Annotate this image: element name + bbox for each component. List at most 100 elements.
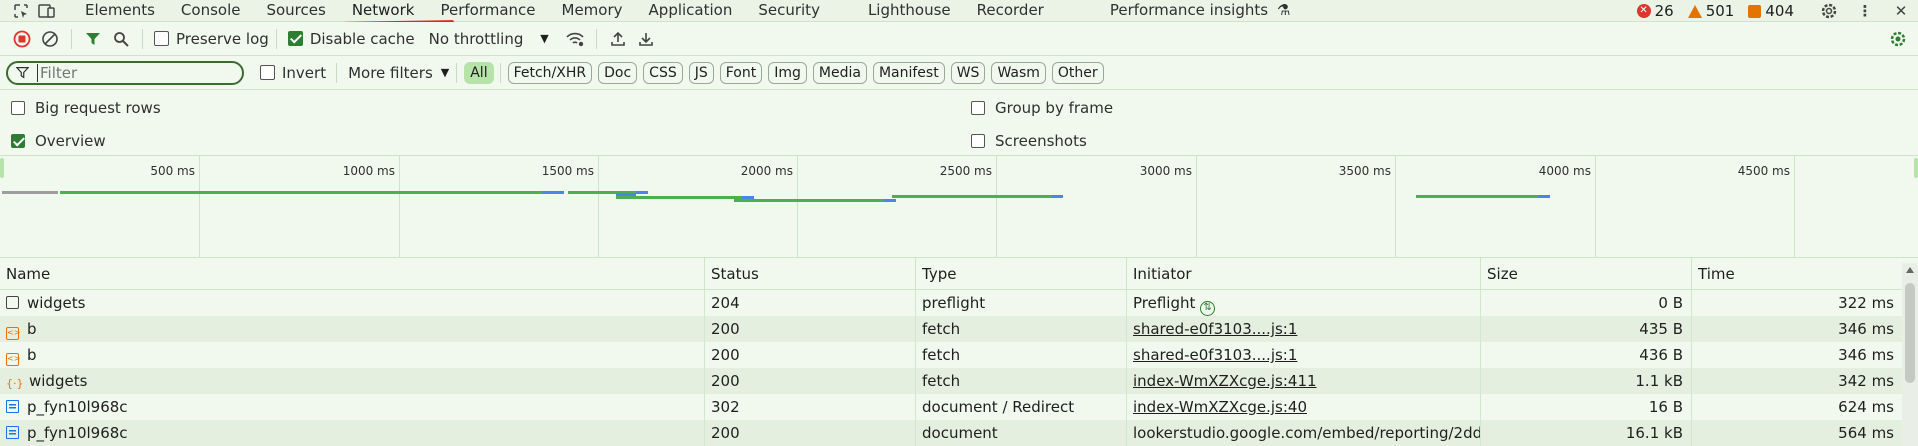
initiator-link[interactable]: shared-e0f3103....js:1 — [1133, 320, 1297, 338]
issue-count[interactable]: 404 — [1748, 2, 1794, 20]
tab-performance-insights[interactable]: Performance insights ⚗ — [1097, 0, 1303, 22]
overview-handle-right[interactable] — [1914, 158, 1918, 178]
request-name-cell: p_fyn10l968c — [0, 394, 705, 420]
invert-check[interactable] — [260, 65, 275, 80]
scrollbar-thumb[interactable] — [1905, 283, 1915, 383]
column-header-type[interactable]: Type — [916, 258, 1127, 289]
preflight-link-icon[interactable]: ⇅ — [1200, 301, 1216, 316]
table-row[interactable]: <> b 200 fetch shared-e0f3103....js:1 436… — [0, 342, 1918, 368]
tab-lighthouse[interactable]: Lighthouse — [855, 0, 964, 22]
export-har-icon[interactable] — [632, 25, 660, 53]
overview-bar — [892, 195, 1052, 198]
filter-chip-css[interactable]: CSS — [643, 61, 683, 84]
screenshots-check[interactable] — [971, 134, 985, 148]
tab-sources[interactable]: Sources — [253, 0, 338, 22]
table-scrollbar[interactable] — [1902, 263, 1918, 446]
big-request-rows-checkbox[interactable]: Big request rows — [11, 99, 161, 117]
warning-count[interactable]: 501 — [1687, 2, 1734, 20]
more-vertical-icon[interactable]: ⋮ — [1854, 0, 1876, 22]
filter-chip-doc[interactable]: Doc — [598, 61, 638, 84]
tab-application[interactable]: Application — [636, 0, 746, 22]
table-row[interactable]: <> b 200 fetch shared-e0f3103....js:1 435… — [0, 316, 1918, 342]
device-toolbar-icon[interactable] — [36, 0, 58, 22]
filter-input[interactable] — [37, 63, 227, 82]
close-icon[interactable]: ✕ — [1890, 0, 1912, 22]
request-time: 322 ms — [1838, 294, 1894, 312]
invert-checkbox[interactable]: Invert — [260, 64, 326, 82]
table-row[interactable]: p_fyn10l968c 302 document / Redirect ind… — [0, 394, 1918, 420]
throttling-value: No throttling — [428, 29, 524, 48]
tab-recorder[interactable]: Recorder — [964, 0, 1057, 22]
filter-chip-all[interactable]: All — [464, 61, 494, 84]
filter-chip-other[interactable]: Other — [1051, 61, 1104, 84]
preserve-log-check[interactable] — [154, 31, 169, 46]
tab-security[interactable]: Security — [745, 0, 833, 22]
screenshots-checkbox[interactable]: Screenshots — [971, 132, 1087, 150]
network-overview-timeline[interactable]: 500 ms 1000 ms 1500 ms 2000 ms 2500 ms 3… — [0, 156, 1918, 258]
scroll-up-arrow-icon[interactable] — [1906, 267, 1914, 273]
filter-chip-fetch-xhr[interactable]: Fetch/XHR — [507, 61, 593, 84]
filter-chip-manifest[interactable]: Manifest — [872, 61, 945, 84]
error-count-value: 26 — [1654, 2, 1674, 20]
overview-bar — [542, 191, 564, 194]
big-request-rows-check[interactable] — [11, 101, 25, 115]
error-count[interactable]: ✕ 26 — [1636, 2, 1674, 20]
disable-cache-check[interactable] — [287, 31, 303, 46]
request-status: 302 — [705, 394, 916, 420]
column-header-size[interactable]: Size — [1481, 258, 1692, 289]
filter-chip-ws[interactable]: WS — [950, 61, 986, 84]
request-type: fetch — [916, 368, 1127, 394]
tab-console[interactable]: Console — [168, 0, 254, 22]
tab-performance[interactable]: Performance — [427, 0, 548, 22]
overview-tick-1000: 1000 ms — [342, 164, 395, 178]
disable-cache-checkbox[interactable]: Disable cache — [287, 30, 415, 48]
request-name: widgets — [27, 294, 86, 312]
overview-check[interactable] — [11, 134, 25, 148]
table-row[interactable]: p_fyn10l968c 200 document lookerstudio.g… — [0, 420, 1918, 446]
initiator-link[interactable]: index-WmXZXcge.js:40 — [1133, 398, 1307, 416]
filter-chip-media[interactable]: Media — [812, 61, 867, 84]
request-time: 346 ms — [1838, 346, 1894, 364]
request-size: 436 B — [1481, 342, 1692, 368]
overview-checkbox[interactable]: Overview — [11, 132, 106, 150]
import-har-icon[interactable] — [604, 25, 632, 53]
throttling-select[interactable]: No throttling ▼ — [429, 30, 549, 48]
network-conditions-icon[interactable] — [561, 25, 589, 53]
filter-chip-js[interactable]: JS — [688, 61, 714, 84]
request-name-cell: p_fyn10l968c — [0, 420, 705, 446]
settings-gear-icon[interactable] — [1818, 0, 1840, 22]
more-filters-dropdown[interactable]: More filters ▼ — [348, 64, 449, 82]
filter-input-wrapper[interactable] — [6, 60, 244, 85]
divider — [275, 28, 277, 49]
filter-chip-font[interactable]: Font — [719, 61, 763, 84]
table-header: Name Status Type Initiator Size Time — [0, 258, 1918, 290]
column-header-initiator[interactable]: Initiator — [1127, 258, 1481, 289]
group-by-frame-checkbox[interactable]: Group by frame — [971, 99, 1113, 117]
preserve-log-checkbox[interactable]: Preserve log — [154, 30, 269, 48]
search-icon[interactable] — [107, 25, 135, 53]
table-row[interactable]: widgets 204 preflight Preflight ⇅ 0 B 32… — [0, 290, 1918, 316]
request-initiator: index-WmXZXcge.js:411 — [1127, 368, 1481, 394]
network-settings-gear-icon[interactable] — [1884, 25, 1912, 53]
column-header-time[interactable]: Time — [1692, 258, 1902, 289]
record-button[interactable] — [8, 25, 36, 53]
filter-chip-img[interactable]: Img — [768, 61, 807, 84]
group-by-frame-check[interactable] — [971, 101, 985, 115]
filter-chip-wasm[interactable]: Wasm — [991, 61, 1046, 84]
overview-handle-left[interactable] — [0, 158, 4, 178]
document-icon — [6, 400, 19, 413]
requests-table: Name Status Type Initiator Size Time wid… — [0, 258, 1918, 446]
column-header-name[interactable]: Name — [0, 258, 705, 289]
tab-network[interactable]: Network — [339, 0, 428, 22]
inspect-element-icon[interactable] — [10, 0, 32, 22]
clear-icon[interactable] — [36, 25, 64, 53]
tab-elements[interactable]: Elements — [72, 0, 168, 22]
column-header-status[interactable]: Status — [705, 258, 916, 289]
tab-memory[interactable]: Memory — [549, 0, 636, 22]
request-name-cell: <> b — [0, 342, 705, 368]
overview-bar — [1052, 195, 1063, 198]
filter-funnel-icon[interactable] — [79, 25, 107, 53]
table-row[interactable]: {·} widgets 200 fetch index-WmXZXcge.js:4… — [0, 368, 1918, 394]
initiator-link[interactable]: index-WmXZXcge.js:411 — [1133, 372, 1317, 390]
initiator-link[interactable]: shared-e0f3103....js:1 — [1133, 346, 1297, 364]
